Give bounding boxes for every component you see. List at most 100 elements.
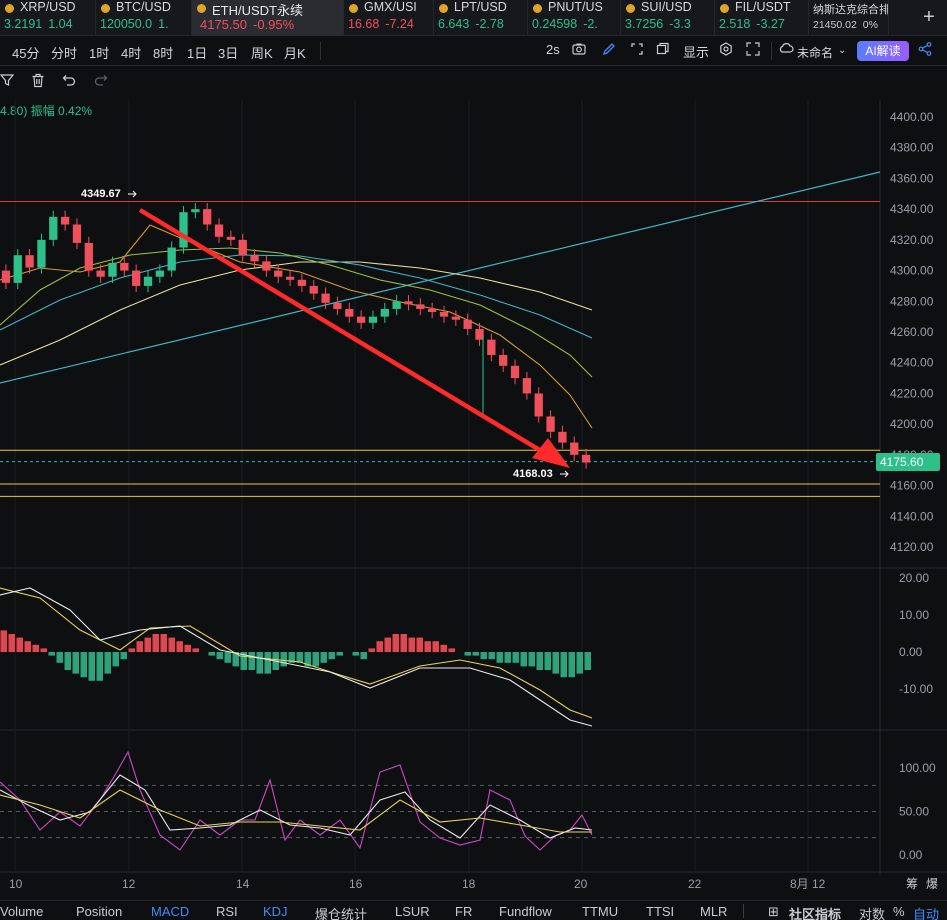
indicator-tab-3[interactable]: RSI [216, 904, 238, 919]
macd-histogram-bar [8, 634, 15, 652]
tab-separator [743, 904, 744, 918]
low-annotation: 4168.03 [513, 468, 553, 480]
candle-body [546, 416, 555, 432]
candle-body [49, 216, 58, 240]
macd-histogram-bar [152, 634, 159, 652]
macd-histogram-bar [408, 637, 415, 652]
macd-histogram-bar [120, 652, 127, 660]
macd-histogram-bar [504, 652, 511, 663]
macd-histogram-bar [128, 648, 135, 652]
price-tick-label: 4120.00 [890, 540, 934, 554]
candle-body [439, 312, 449, 317]
candle-body [570, 442, 579, 455]
macd-histogram-bar [136, 641, 143, 652]
candle-body [499, 355, 508, 366]
candle-body [179, 212, 188, 248]
candle-body [274, 270, 283, 277]
time-tick-label: 22 [688, 877, 702, 891]
macd-histogram-bar [464, 652, 471, 656]
macd-histogram-bar [24, 641, 31, 652]
time-tick-label: 20 [574, 877, 588, 891]
candle-body [108, 262, 117, 277]
macd-histogram-bar [400, 634, 407, 652]
macd-histogram-bar [488, 652, 495, 660]
price-tick-label: 4280.00 [890, 294, 934, 308]
percent-scale-toggle[interactable]: % [893, 904, 905, 919]
macd-histogram-bar [360, 652, 367, 660]
indicator-tab-10[interactable]: TTSI [646, 904, 674, 919]
grid-icon[interactable]: ⊞ [768, 904, 779, 920]
indicator-tab-6[interactable]: LSUR [395, 904, 430, 919]
candle-body [60, 216, 70, 225]
candle-body [37, 239, 46, 268]
indicator-tab-8[interactable]: Fundflow [499, 904, 552, 919]
chart-canvas[interactable]: 4400.00 4380.00 4360.00 4340.00 4320.00 4300.… [0, 0, 947, 900]
macd-histogram-bar [176, 641, 183, 652]
candle-body [238, 239, 247, 256]
indicator-tab-7[interactable]: FR [455, 904, 472, 919]
candle-body [155, 270, 164, 277]
macd-histogram-bar [104, 652, 111, 674]
kdj-tick-label: 50.00 [899, 805, 929, 819]
macd-histogram-bar [112, 652, 119, 667]
macd-histogram-bar [392, 634, 399, 652]
indicator-tab-11[interactable]: MLR [700, 904, 727, 919]
candle-body [428, 308, 437, 313]
candle-body [534, 393, 543, 417]
macd-tick-label: 0.00 [899, 645, 923, 659]
price-tick-label: 4340.00 [890, 202, 934, 216]
candle-body [285, 276, 295, 280]
indicator-tab-bar: Volume Position MACD RSI KDJ 爆仓统计 LSUR FR Fundfl… [0, 900, 947, 920]
macd-histogram-bar [528, 652, 535, 667]
indicator-tab-0[interactable]: Volume [0, 904, 43, 919]
macd-histogram-bar [256, 652, 263, 674]
community-indicators-button[interactable]: 社区指标 [789, 904, 841, 920]
candle-body [309, 285, 318, 294]
macd-histogram-bar [472, 652, 479, 656]
auto-scale-toggle[interactable]: 自动 [913, 904, 939, 920]
indicator-tab-5[interactable]: 爆仓统计 [315, 904, 367, 920]
macd-histogram-bar [296, 652, 303, 663]
price-tick-label: 4300.00 [890, 264, 934, 278]
candle-body [13, 255, 22, 283]
indicator-tab-9[interactable]: TTMU [582, 904, 618, 919]
candle-body [321, 293, 330, 303]
current-price-label: 4175.60 [880, 455, 924, 469]
macd-histogram-bar [584, 652, 591, 670]
macd-histogram-bar [208, 652, 215, 656]
macd-histogram-bar [432, 641, 439, 652]
indicator-tab-2[interactable]: MACD [151, 904, 189, 919]
candle-body [510, 365, 520, 379]
macd-histogram-bar [280, 652, 287, 667]
log-scale-toggle[interactable]: 对数 [859, 904, 885, 920]
macd-histogram-bar [520, 652, 527, 667]
macd-histogram-bar [416, 637, 423, 652]
candle-body [72, 224, 82, 243]
kdj-j-line [0, 750, 593, 851]
candle-body [167, 247, 176, 271]
candle-body [475, 328, 484, 340]
macd-histogram-bar [496, 652, 503, 663]
price-tick-label: 4240.00 [890, 356, 934, 370]
candle-body [558, 431, 567, 443]
macd-histogram-bar [216, 652, 223, 660]
indicator-tab-4[interactable]: KDJ [263, 904, 288, 919]
macd-histogram-bar [536, 652, 543, 670]
candle-body [226, 236, 236, 240]
indicator-tab-1[interactable]: Position [76, 904, 122, 919]
candle-body [84, 242, 93, 271]
time-tick-label: 16 [349, 877, 363, 891]
candle-body [345, 308, 354, 317]
trend-arrow [138, 208, 550, 457]
macd-histogram-bar [80, 652, 87, 678]
candle-body [250, 255, 259, 262]
macd-histogram-bar [448, 648, 455, 652]
price-tick-label: 4260.00 [890, 325, 934, 339]
macd-histogram-bar [568, 652, 575, 678]
candle-body [132, 270, 141, 286]
axis-tool-label: 爆 [926, 877, 938, 891]
arrow-right-icon [560, 470, 569, 478]
candle-body [297, 279, 307, 286]
candle-body [1, 270, 11, 283]
macd-histogram-bar [440, 644, 447, 652]
